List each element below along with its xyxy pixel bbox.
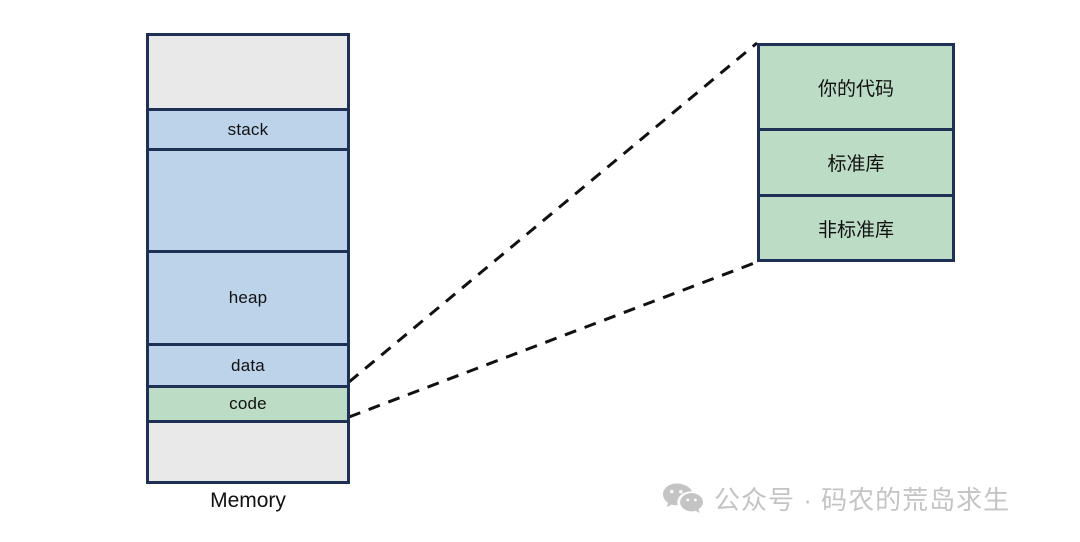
- memory-block-heap: heap: [149, 250, 347, 343]
- code-detail-block-non-standard-library: 非标准库: [760, 194, 952, 259]
- memory-caption: Memory: [210, 489, 286, 512]
- memory-block-code-label: code: [229, 394, 267, 413]
- memory-block-data: data: [149, 343, 347, 385]
- memory-block-heap-label: heap: [228, 288, 268, 307]
- diagram-canvas: stack heap data code Memory 你的代码 标准库 非标准…: [0, 0, 1080, 542]
- memory-column: stack heap data code: [146, 33, 350, 484]
- code-detail-block-your-code-label: 你的代码: [817, 78, 894, 100]
- memory-block-stack: stack: [149, 108, 347, 148]
- code-detail-column: 你的代码 标准库 非标准库: [757, 43, 955, 262]
- watermark: 公众号 · 码农的荒岛求生: [662, 480, 1010, 517]
- watermark-text: 公众号 · 码农的荒岛求生: [714, 485, 1011, 515]
- memory-block-empty-bottom: [149, 420, 347, 481]
- code-detail-block-standard-library-label: 标准库: [827, 154, 885, 175]
- code-detail-block-standard-library: 标准库: [760, 128, 952, 194]
- memory-block-code: code: [149, 385, 347, 420]
- memory-block-stack-label: stack: [227, 119, 269, 139]
- memory-block-empty-top: [149, 36, 347, 108]
- memory-block-free-gap: [149, 148, 347, 250]
- code-detail-block-non-standard-library-label: 非标准库: [817, 219, 894, 241]
- code-detail-block-your-code: 你的代码: [760, 46, 952, 128]
- wechat-icon: [662, 482, 704, 516]
- connector-line-top: [348, 41, 758, 384]
- connector-line-bottom: [348, 260, 758, 419]
- memory-block-data-label: data: [231, 355, 265, 375]
